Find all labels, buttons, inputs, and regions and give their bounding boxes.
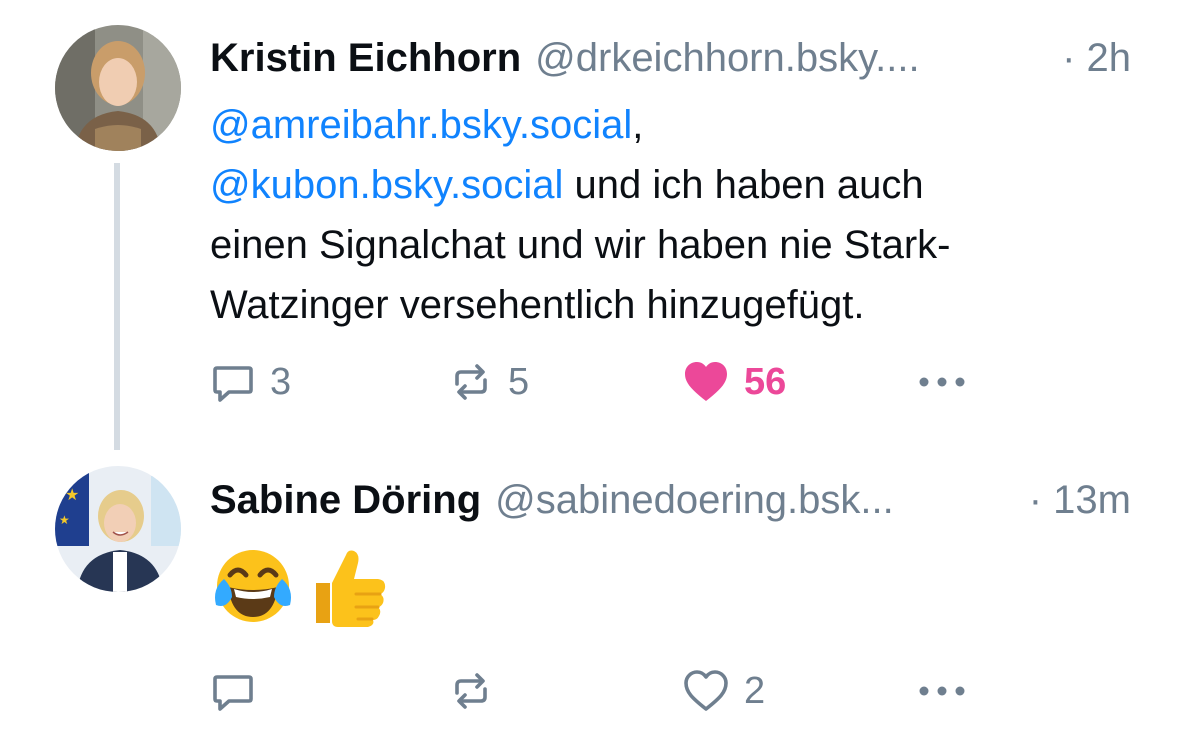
thumbs-up-icon xyxy=(316,550,386,627)
more-options-button[interactable] xyxy=(915,663,969,719)
post-sabine-doering[interactable]: ★ ★ Sabine Döring @sabinedoering.bsk... … xyxy=(0,455,1179,756)
reply-button[interactable] xyxy=(210,663,256,719)
like-button[interactable]: 2 xyxy=(682,663,765,719)
mention-kubon[interactable]: @kubon.bsky.social xyxy=(210,163,563,207)
like-count: 2 xyxy=(744,669,766,712)
post-text-separator: , xyxy=(632,103,644,147)
thread-line xyxy=(114,163,120,450)
heart-outline-icon xyxy=(684,670,728,711)
like-count: 56 xyxy=(744,360,787,403)
mention-amreibahr[interactable]: @amreibahr.bsky.social xyxy=(210,103,632,147)
post-text-line2: einen Signalchat und wir haben nie Stark… xyxy=(210,223,951,267)
post-time[interactable]: · 2h xyxy=(1062,34,1131,82)
post-time[interactable]: · 13m xyxy=(1029,476,1131,524)
post-header: Sabine Döring @sabinedoering.bsk... · 13… xyxy=(210,476,1131,524)
post-text: @amreibahr.bsky.social, @kubon.bsky.soci… xyxy=(210,95,1130,335)
repost-icon xyxy=(455,673,487,709)
reply-button[interactable]: 3 xyxy=(210,354,291,410)
author-name[interactable]: Kristin Eichhorn xyxy=(210,34,521,82)
avatar[interactable]: ★ ★ xyxy=(55,466,181,592)
repost-button[interactable] xyxy=(448,663,494,719)
post-kristin-eichhorn[interactable]: Kristin Eichhorn @drkeichhorn.bsky.... ·… xyxy=(0,0,1179,455)
avatar[interactable] xyxy=(55,25,181,151)
svg-text:★: ★ xyxy=(65,485,79,504)
face-with-tears-of-joy-icon xyxy=(215,550,291,622)
reply-count: 3 xyxy=(270,360,292,403)
more-dots-icon xyxy=(919,377,965,387)
repost-button[interactable]: 5 xyxy=(448,354,529,410)
svg-text:★: ★ xyxy=(59,513,70,527)
repost-count: 5 xyxy=(508,360,530,403)
more-options-button[interactable] xyxy=(915,354,969,410)
author-handle[interactable]: @drkeichhorn.bsky.... xyxy=(535,34,1044,82)
author-handle[interactable]: @sabinedoering.bsk... xyxy=(495,476,1011,524)
reply-icon xyxy=(213,675,253,711)
reply-icon xyxy=(213,366,253,402)
heart-filled-icon xyxy=(685,362,727,401)
post-actions: 2 xyxy=(210,663,1010,719)
post-header: Kristin Eichhorn @drkeichhorn.bsky.... ·… xyxy=(210,34,1131,82)
author-name[interactable]: Sabine Döring xyxy=(210,476,481,524)
post-emojis xyxy=(210,543,390,629)
post-text-line3: Watzinger versehentlich hinzugefügt. xyxy=(210,283,865,327)
repost-icon xyxy=(455,364,487,400)
post-actions: 3 5 56 xyxy=(210,354,1010,410)
like-button[interactable]: 56 xyxy=(682,354,786,410)
more-dots-icon xyxy=(919,686,965,696)
post-text-line1: und ich haben auch xyxy=(563,163,924,207)
